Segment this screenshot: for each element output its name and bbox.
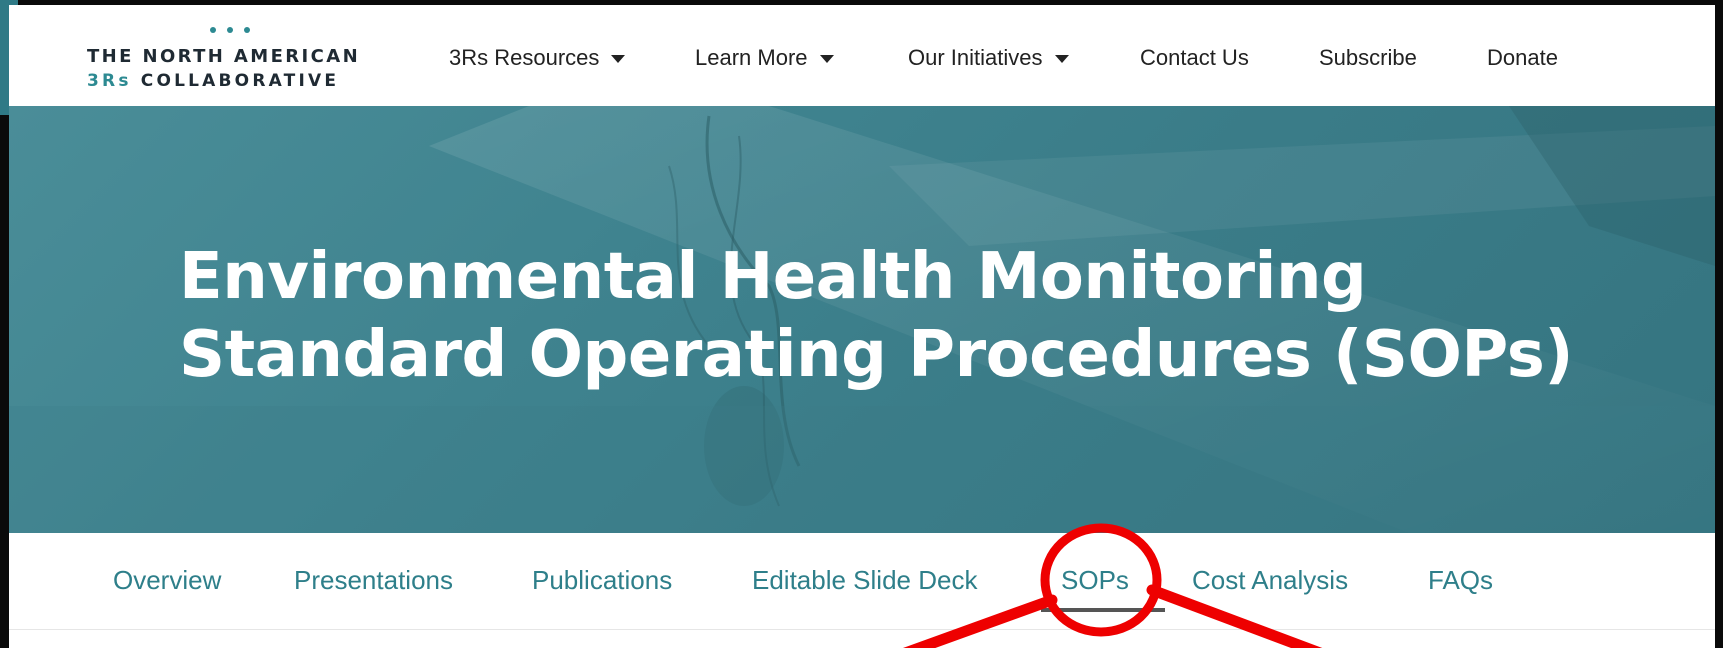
tab-overview[interactable]: Overview	[113, 565, 221, 596]
tab-cost-analysis[interactable]: Cost Analysis	[1192, 565, 1348, 596]
caret-down-icon	[1054, 55, 1069, 63]
screenshot-frame: THE NORTH AMERICAN 3Rs COLLABORATIVE 3Rs…	[0, 0, 1723, 648]
site-header: THE NORTH AMERICAN 3Rs COLLABORATIVE 3Rs…	[9, 5, 1715, 106]
web-page: THE NORTH AMERICAN 3Rs COLLABORATIVE 3Rs…	[9, 5, 1715, 648]
nav-item-label: Donate	[1487, 45, 1558, 70]
page-title-line1: Environmental Health Monitoring	[179, 240, 1367, 314]
nav-item-donate[interactable]: Donate	[1487, 45, 1558, 71]
tab-presentations[interactable]: Presentations	[294, 565, 453, 596]
tab-publications[interactable]: Publications	[532, 565, 672, 596]
nav-item-contact-us[interactable]: Contact Us	[1140, 45, 1249, 71]
nav-item-3rs-resources[interactable]: 3Rs Resources	[449, 45, 626, 71]
tab-editable-slide-deck[interactable]: Editable Slide Deck	[752, 565, 977, 596]
nav-item-label: 3Rs Resources	[449, 45, 600, 70]
caret-down-icon	[611, 55, 626, 63]
tab-sops[interactable]: SOPs	[1061, 565, 1129, 596]
page-title-line2: Standard Operating Procedures (SOPs)	[179, 318, 1574, 392]
hero-banner: Environmental Health Monitoring Standard…	[9, 106, 1715, 533]
nav-item-our-initiatives[interactable]: Our Initiatives	[908, 45, 1069, 71]
tab-faqs[interactable]: FAQs	[1428, 565, 1493, 596]
nav-item-subscribe[interactable]: Subscribe	[1319, 45, 1417, 71]
page-title: Environmental Health Monitoring Standard…	[179, 238, 1574, 394]
nav-item-learn-more[interactable]: Learn More	[695, 45, 834, 71]
section-tabs: Overview Presentations Publications Edit…	[9, 533, 1715, 630]
nav-item-label: Our Initiatives	[908, 45, 1043, 70]
nav-item-label: Subscribe	[1319, 45, 1417, 70]
nav-item-label: Contact Us	[1140, 45, 1249, 70]
nav-item-label: Learn More	[695, 45, 808, 70]
main-nav: 3Rs Resources Learn More Our Initiatives…	[9, 5, 1715, 106]
caret-down-icon	[819, 55, 834, 63]
active-tab-indicator	[1041, 608, 1165, 612]
